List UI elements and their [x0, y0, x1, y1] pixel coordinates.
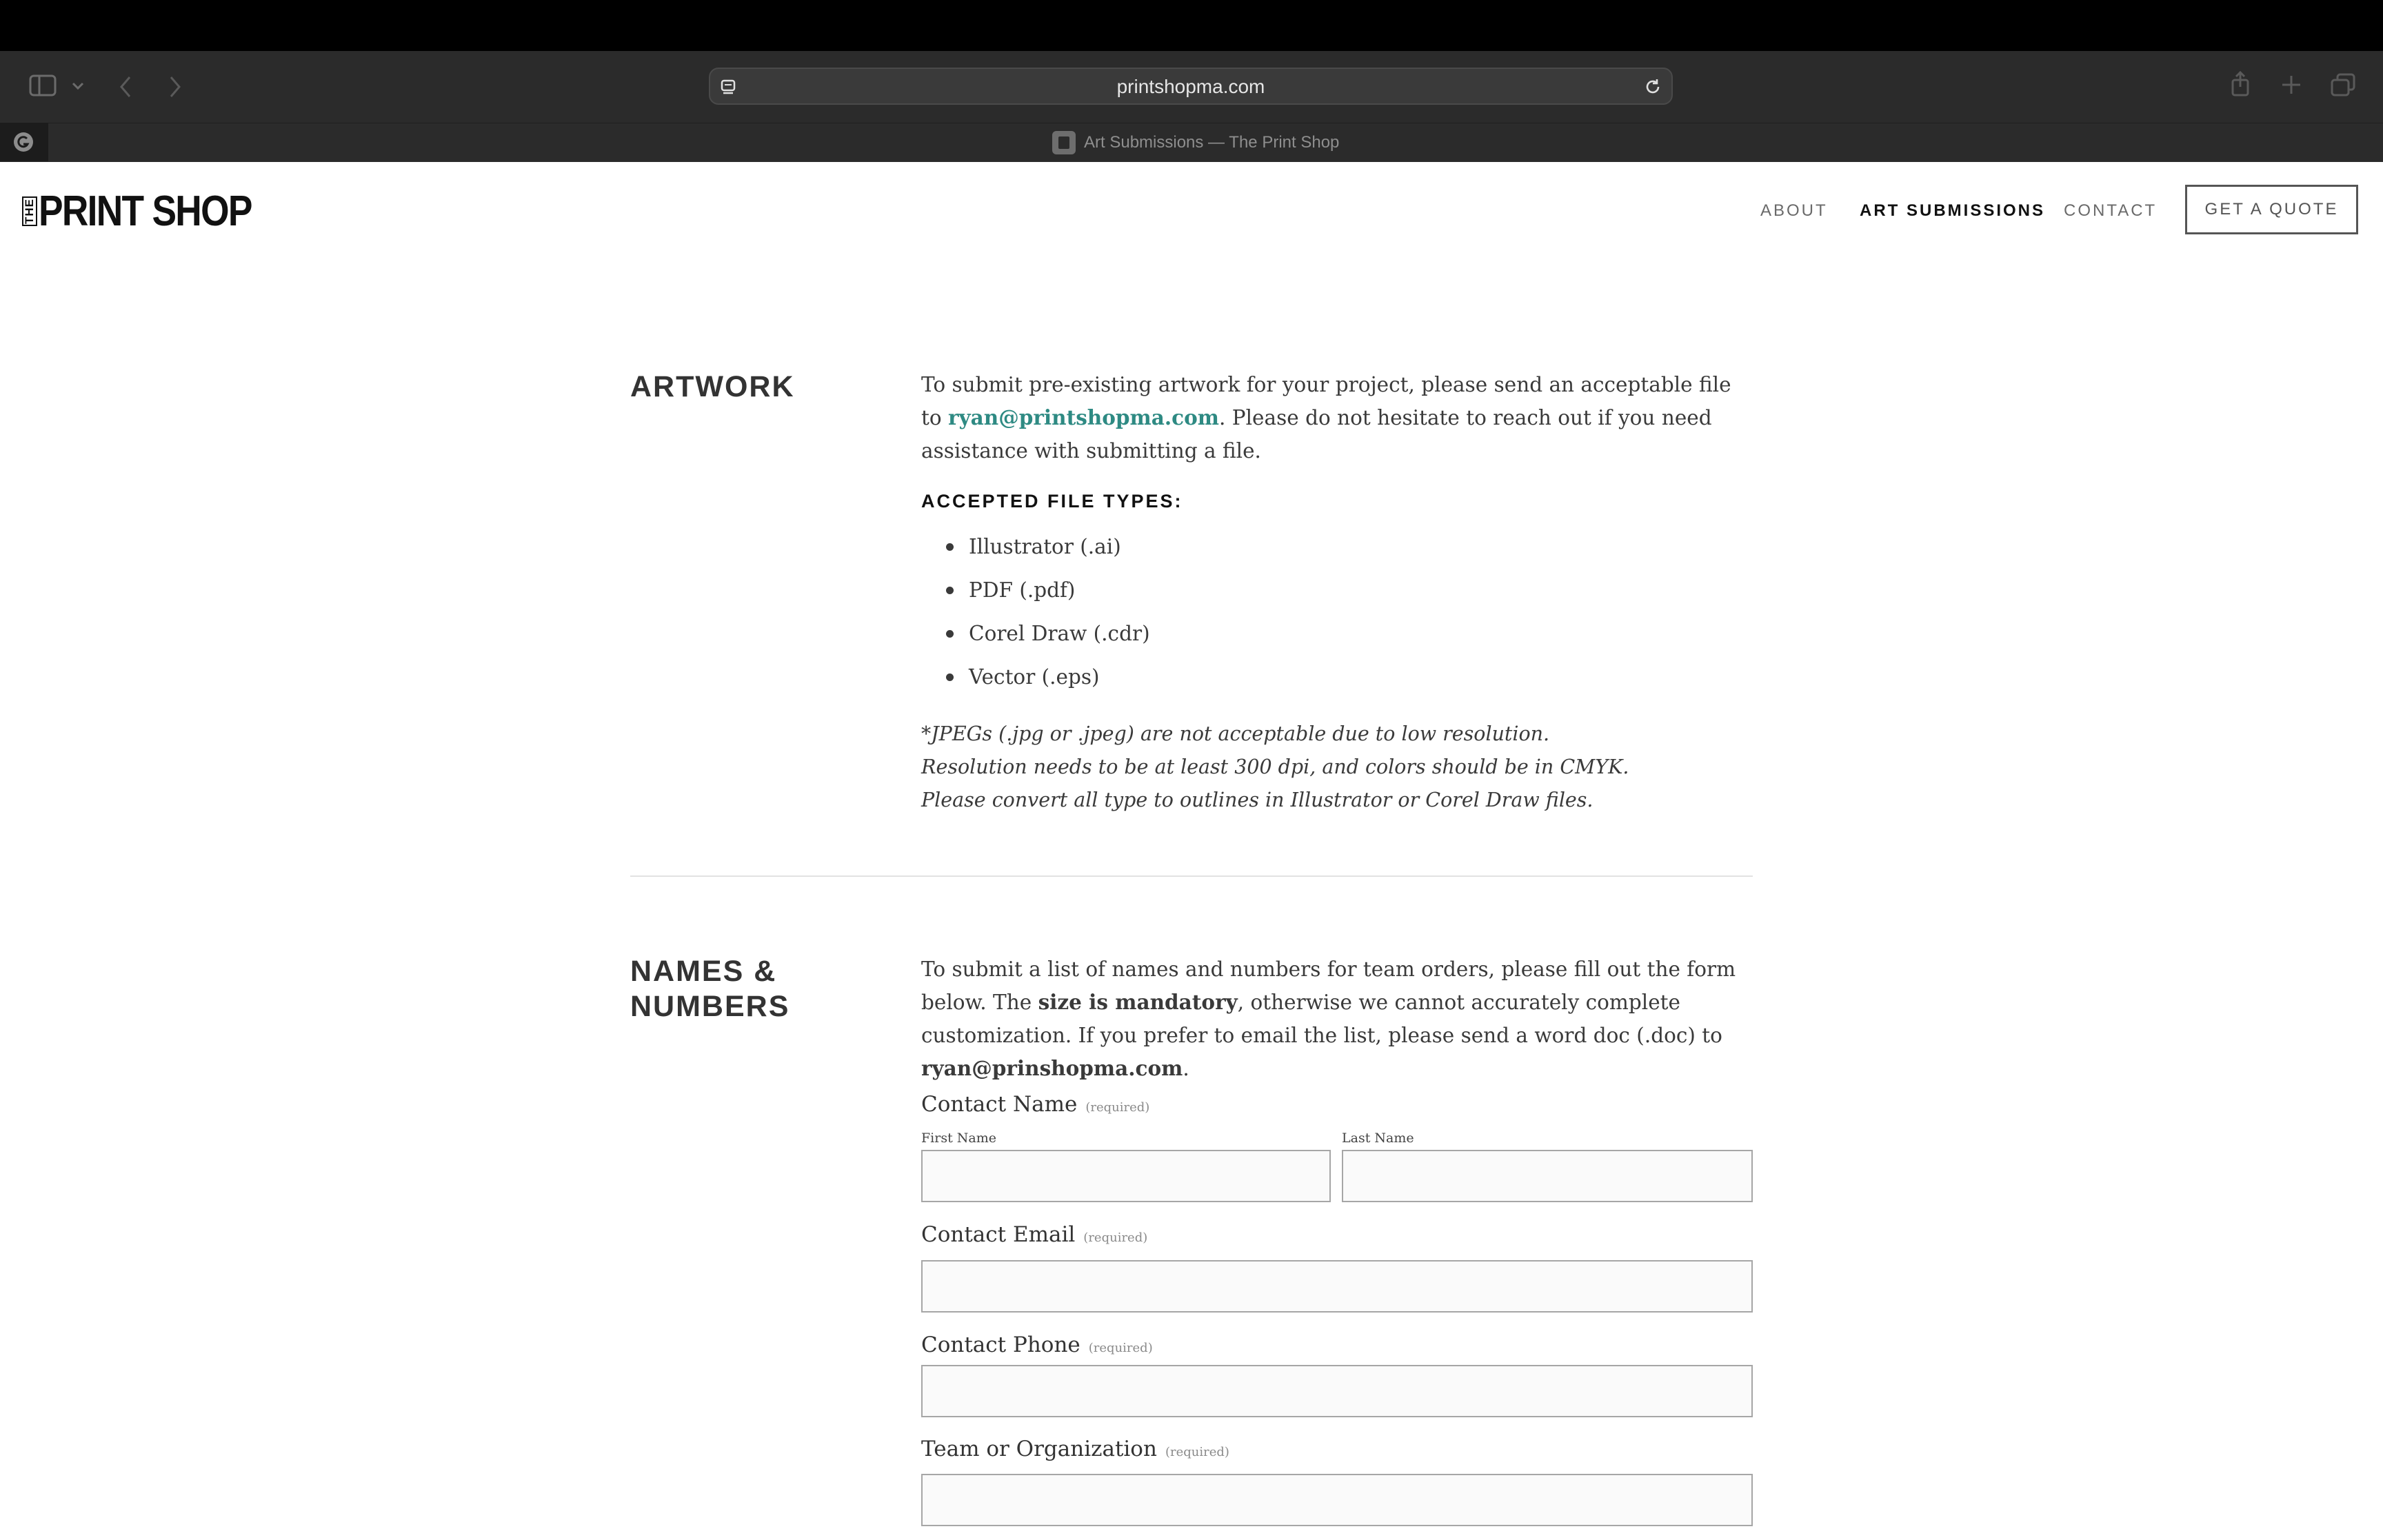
extension-tab[interactable]: [0, 123, 48, 161]
contact-name-text: Contact Name: [921, 1092, 1078, 1117]
required-indicator: (required): [1165, 1445, 1229, 1459]
team-text: Team or Organization: [921, 1437, 1157, 1461]
file-type-label: Corel Draw (.cdr): [969, 622, 1150, 645]
section-divider: [630, 875, 1753, 877]
required-indicator: (required): [1088, 1341, 1153, 1355]
names-numbers-title: NAMES & NUMBERS: [630, 954, 790, 1024]
extension-icon[interactable]: [12, 131, 34, 153]
tabs-overview-icon[interactable]: [2331, 73, 2355, 97]
names-intro-email: ryan@prinshopma.com: [921, 1056, 1183, 1080]
team-input[interactable]: [921, 1474, 1753, 1526]
contact-name-label: Contact Name (required): [921, 1092, 1149, 1117]
logo-the: THE: [22, 196, 37, 226]
menu-bar-area: [0, 0, 2383, 51]
reload-icon[interactable]: [1644, 78, 1662, 96]
nav-contact[interactable]: CONTACT: [2064, 199, 2157, 223]
contact-email-text: Contact Email: [921, 1222, 1076, 1247]
bullet-dot: [946, 586, 954, 594]
bullet-dot: [946, 673, 954, 681]
artwork-note: *JPEGs (.jpg or .jpeg) are not acceptabl…: [921, 722, 1550, 745]
last-name-label: Last Name: [1342, 1131, 1414, 1146]
file-type-label: Illustrator (.ai): [969, 535, 1121, 558]
get-a-quote-button[interactable]: GET A QUOTE: [2185, 185, 2358, 234]
team-label: Team or Organization (required): [921, 1437, 1229, 1461]
required-indicator: (required): [1083, 1230, 1148, 1245]
names-intro-bold: size is mandatory: [1038, 990, 1238, 1014]
artwork-title: ARTWORK: [630, 370, 795, 403]
nav-about[interactable]: ABOUT: [1760, 199, 1828, 223]
contact-email-label: Contact Email (required): [921, 1222, 1147, 1247]
contact-email-input[interactable]: [921, 1260, 1753, 1313]
sidebar-icon[interactable]: [29, 74, 57, 97]
list-item: PDF (.pdf): [946, 578, 1075, 602]
names-intro-end: .: [1183, 1057, 1189, 1080]
chevron-down-icon[interactable]: [72, 81, 84, 91]
tab-title: Art Submissions — The Print Shop: [1084, 133, 1340, 152]
first-name-input[interactable]: [921, 1150, 1331, 1202]
browser-toolbar: printshopma.com: [0, 51, 2383, 123]
contact-phone-input[interactable]: [921, 1365, 1753, 1417]
file-types-heading: ACCEPTED FILE TYPES:: [921, 491, 1183, 511]
logo-name: PRINT SHOP: [39, 187, 252, 235]
forward-icon[interactable]: [167, 74, 183, 99]
share-icon[interactable]: [2230, 70, 2251, 98]
bullet-dot: [946, 629, 954, 638]
bullet-dot: [946, 543, 954, 551]
site-logo[interactable]: THE PRINT SHOP: [22, 186, 286, 236]
favicon: [1052, 131, 1076, 154]
required-indicator: (required): [1085, 1100, 1150, 1115]
back-icon[interactable]: [117, 74, 134, 99]
names-title-line: NAMES &: [630, 955, 777, 988]
file-type-label: PDF (.pdf): [969, 578, 1076, 602]
artwork-intro: To submit pre-existing artwork for your …: [921, 368, 1753, 467]
address-bar[interactable]: printshopma.com: [709, 68, 1673, 105]
url-text: printshopma.com: [1116, 76, 1265, 97]
names-title-line: NUMBERS: [630, 990, 790, 1023]
artwork-note: Resolution needs to be at least 300 dpi,…: [921, 756, 1629, 778]
last-name-input[interactable]: [1342, 1150, 1753, 1202]
active-tab[interactable]: Art Submissions — The Print Shop: [1052, 131, 1339, 154]
contact-phone-text: Contact Phone: [921, 1333, 1080, 1357]
list-item: Vector (.eps): [946, 665, 1100, 689]
file-type-label: Vector (.eps): [969, 665, 1100, 689]
nav-art-submissions[interactable]: ART SUBMISSIONS: [1860, 199, 2045, 223]
artwork-email-link[interactable]: ryan@printshopma.com: [948, 405, 1219, 429]
list-item: Corel Draw (.cdr): [946, 622, 1150, 645]
names-intro: To submit a list of names and numbers fo…: [921, 953, 1753, 1085]
contact-phone-label: Contact Phone (required): [921, 1333, 1153, 1357]
new-tab-icon[interactable]: [2281, 74, 2302, 95]
list-item: Illustrator (.ai): [946, 535, 1121, 558]
first-name-label: First Name: [921, 1131, 996, 1146]
artwork-note: Please convert all type to outlines in I…: [921, 789, 1593, 811]
